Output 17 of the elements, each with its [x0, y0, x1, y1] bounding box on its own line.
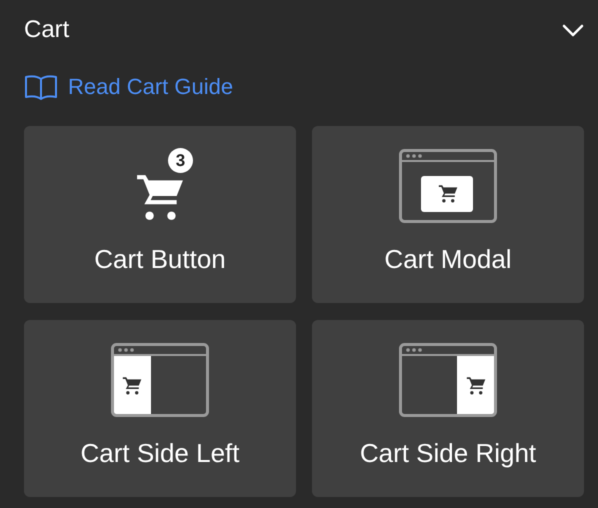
count-badge: 3: [168, 148, 193, 173]
layout-card[interactable]: Cart Modal: [312, 126, 584, 303]
browser-window-icon: [111, 343, 209, 417]
section-title: Cart: [24, 16, 70, 44]
cart-icon: [135, 172, 185, 222]
chevron-icon[interactable]: [562, 23, 584, 37]
layout-card[interactable]: Cart Side Right: [312, 320, 584, 497]
card-label: Cart Modal: [384, 244, 512, 274]
layout-card[interactable]: 3 Cart Button: [24, 126, 296, 303]
browser-window-icon: [399, 343, 497, 417]
card-label: Cart Side Left: [80, 438, 240, 468]
browser-window-icon: [399, 149, 497, 223]
guide-link[interactable]: Read Cart Guide: [24, 74, 234, 100]
layout-card[interactable]: Cart Side Left: [24, 320, 296, 497]
book-icon: [24, 74, 58, 100]
card-label: Cart Button: [94, 244, 226, 274]
card-label: Cart Side Right: [360, 438, 536, 468]
